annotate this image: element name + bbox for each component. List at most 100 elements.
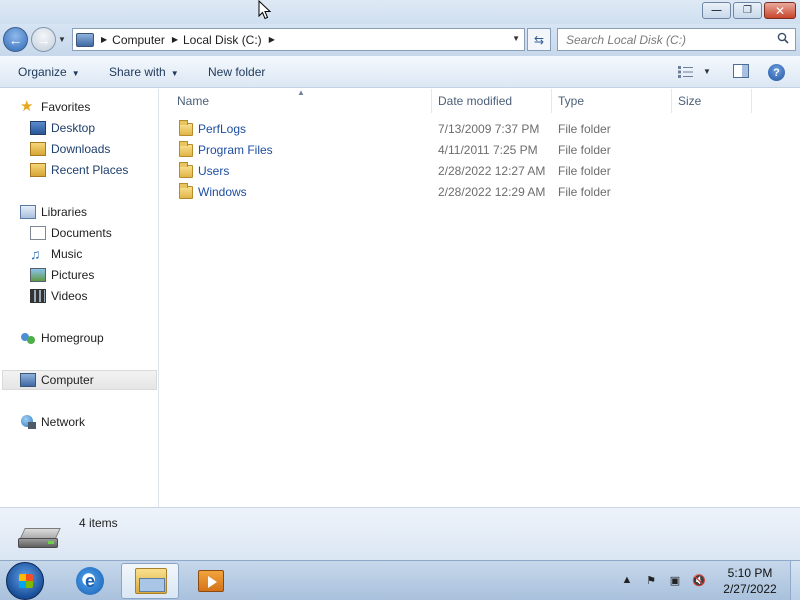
start-button[interactable] [6, 562, 44, 600]
address-history-dropdown[interactable]: ▼ [512, 34, 520, 43]
network-status-icon[interactable]: ▣ [668, 573, 682, 587]
chevron-right-icon[interactable]: ▶ [269, 35, 275, 44]
system-tray: ▲ ⚑ ▣ 🔇 [620, 573, 706, 587]
restore-button[interactable]: ❐ [733, 2, 762, 19]
minimize-button[interactable]: — [702, 2, 731, 19]
details-pane: 4 items [0, 507, 800, 560]
file-date: 7/13/2009 7:37 PM [438, 122, 540, 136]
column-header-type[interactable]: Type [552, 89, 672, 113]
nav-label: Pictures [51, 268, 95, 282]
computer-icon [76, 32, 94, 47]
nav-network[interactable]: Network [20, 412, 85, 432]
media-player-icon[interactable] [198, 570, 224, 592]
file-list: ▲ Name Date modified Type Size PerfLogs … [160, 88, 800, 507]
file-name[interactable]: Windows [198, 185, 247, 199]
column-header-name[interactable]: Name [160, 89, 432, 113]
file-name[interactable]: Program Files [198, 143, 273, 157]
chevron-right-icon[interactable]: ▶ [172, 35, 178, 44]
share-with-button[interactable]: Share with ▼ [109, 65, 179, 79]
nav-pictures[interactable]: Pictures [30, 265, 94, 285]
folder-icon [179, 162, 193, 178]
folder-icon [179, 120, 193, 136]
file-type: File folder [558, 164, 611, 178]
breadcrumb-local-disk[interactable]: Local Disk (C:) [183, 33, 262, 47]
nav-label: Videos [51, 289, 88, 303]
pictures-icon [30, 268, 46, 282]
internet-explorer-icon[interactable] [76, 567, 104, 595]
new-folder-button[interactable]: New folder [208, 65, 265, 79]
nav-music[interactable]: ♫ Music [30, 244, 82, 264]
music-icon: ♫ [30, 246, 41, 262]
column-header-size[interactable]: Size [672, 89, 752, 113]
volume-muted-icon[interactable]: 🔇 [692, 573, 706, 587]
folder-icon [179, 141, 193, 157]
nav-label: Favorites [41, 100, 91, 114]
homegroup-icon [20, 331, 36, 345]
file-date: 2/28/2022 12:27 AM [438, 164, 546, 178]
file-row[interactable]: PerfLogs 7/13/2009 7:37 PM File folder [176, 119, 796, 140]
refresh-button[interactable]: ⇆ [527, 28, 551, 51]
command-bar: Organize ▼ Share with ▼ New folder ▼ ? [0, 56, 800, 88]
nav-label: Music [51, 247, 83, 261]
file-row[interactable]: Windows 2/28/2022 12:29 AM File folder [176, 182, 796, 203]
nav-label: Network [41, 415, 86, 429]
file-date: 4/11/2011 7:25 PM [438, 143, 538, 157]
file-type: File folder [558, 143, 611, 157]
recent-pages-dropdown[interactable]: ▼ [58, 35, 66, 44]
forward-button[interactable]: → [31, 27, 56, 52]
clock[interactable]: 5:10 PM 2/27/2022 [712, 565, 788, 597]
nav-label: Desktop [51, 121, 96, 135]
close-button[interactable]: ✕ [764, 2, 796, 19]
nav-videos[interactable]: Videos [30, 286, 87, 306]
title-bar: — ❐ ✕ [0, 0, 800, 24]
network-icon [20, 415, 36, 429]
breadcrumb-computer[interactable]: Computer [112, 33, 165, 47]
mouse-cursor-icon [258, 0, 271, 20]
file-name[interactable]: PerfLogs [198, 122, 246, 136]
libraries-icon [20, 205, 36, 219]
navigation-pane: ★ Favorites Desktop Downloads Recent Plac… [0, 89, 159, 507]
clock-time: 5:10 PM [727, 566, 773, 580]
nav-documents[interactable]: Documents [30, 223, 112, 243]
videos-icon [30, 289, 46, 303]
search-input[interactable] [558, 29, 768, 50]
help-button[interactable]: ? [768, 64, 785, 81]
nav-downloads[interactable]: Downloads [30, 139, 110, 159]
file-row[interactable]: Users 2/28/2022 12:27 AM File folder [176, 161, 796, 182]
nav-computer[interactable]: Computer [2, 370, 157, 390]
preview-pane-toggle[interactable] [733, 64, 749, 78]
hard-drive-icon [18, 528, 62, 548]
file-row[interactable]: Program Files 4/11/2011 7:25 PM File fol… [176, 140, 796, 161]
file-name[interactable]: Users [198, 164, 229, 178]
organize-button[interactable]: Organize ▼ [18, 65, 80, 79]
search-box[interactable] [557, 28, 796, 51]
recent-places-icon [30, 163, 46, 177]
show-hidden-icons-icon[interactable]: ▲ [620, 573, 634, 587]
back-button[interactable]: ← [3, 27, 28, 52]
windows-explorer-icon[interactable] [135, 568, 167, 594]
chevron-down-icon: ▼ [170, 69, 179, 78]
nav-libraries[interactable]: Libraries [20, 202, 87, 222]
search-icon[interactable] [777, 32, 789, 44]
chevron-down-icon: ▼ [71, 69, 80, 78]
folder-icon [179, 183, 193, 199]
show-desktop-button[interactable] [790, 561, 800, 600]
minimize-icon: — [711, 5, 722, 16]
desktop-icon [30, 121, 46, 135]
nav-label: Homegroup [41, 331, 104, 345]
chevron-right-icon[interactable]: ▶ [101, 35, 107, 44]
nav-favorites[interactable]: ★ Favorites [20, 97, 90, 117]
action-center-flag-icon[interactable]: ⚑ [644, 573, 658, 587]
nav-homegroup[interactable]: Homegroup [20, 328, 104, 348]
change-view-icon[interactable] [678, 66, 694, 78]
view-options-dropdown[interactable]: ▼ [703, 67, 711, 76]
column-header-date-modified[interactable]: Date modified [432, 89, 552, 113]
address-bar[interactable]: ▶ Computer ▶ Local Disk (C:) ▶ ▼ [72, 28, 525, 51]
nav-desktop[interactable]: Desktop [30, 118, 95, 138]
nav-recent-places[interactable]: Recent Places [30, 160, 128, 180]
nav-label: Documents [51, 226, 112, 240]
nav-label: Libraries [41, 205, 88, 219]
file-type: File folder [558, 122, 611, 136]
share-with-label: Share with [109, 65, 166, 79]
address-row: ← → ▼ ▶ Computer ▶ Local Disk (C:) ▶ ▼ ⇆ [0, 24, 800, 56]
